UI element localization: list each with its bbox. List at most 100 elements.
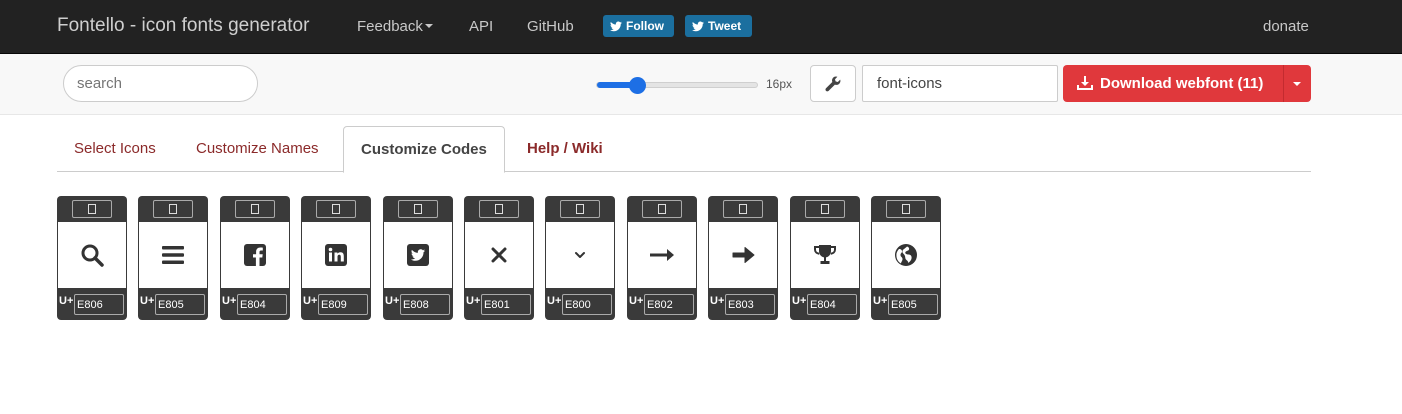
twitter-icon	[407, 244, 429, 266]
unicode-prefix: U+	[710, 295, 725, 307]
glyph-char-preview	[316, 200, 356, 218]
nav-donate-link[interactable]: donate	[1263, 18, 1309, 35]
glyph-char-preview	[723, 200, 763, 218]
search-input[interactable]	[63, 65, 258, 102]
glyph-code-input[interactable]	[400, 294, 450, 315]
glyph-char-preview	[805, 200, 845, 218]
unicode-prefix: U+	[140, 295, 155, 307]
glyph-preview	[58, 222, 126, 288]
glyph-code-input[interactable]	[237, 294, 287, 315]
follow-label: Follow	[626, 19, 664, 33]
glyph-code-input[interactable]	[74, 294, 124, 315]
download-label: Download webfont (11)	[1100, 75, 1264, 92]
glyph-preview	[628, 222, 696, 288]
glyph-char-preview	[642, 200, 682, 218]
glyph-char-preview	[398, 200, 438, 218]
globe-icon	[895, 244, 917, 266]
twitter-tweet-button[interactable]: Tweet	[685, 15, 752, 37]
glyph-card[interactable]: U+	[301, 196, 371, 320]
glyph-char-box-icon	[902, 204, 910, 214]
glyph-card[interactable]: U+	[57, 196, 127, 320]
glyph-char-preview	[479, 200, 519, 218]
glyph-char-preview	[72, 200, 112, 218]
unicode-prefix: U+	[792, 295, 807, 307]
glyph-card[interactable]: U+	[545, 196, 615, 320]
search-icon	[81, 244, 104, 267]
glyph-card[interactable]: U+	[627, 196, 697, 320]
glyph-char-box-icon	[414, 204, 422, 214]
settings-button[interactable]	[810, 65, 856, 102]
glyph-card[interactable]: U+	[138, 196, 208, 320]
tab-customize-codes[interactable]: Customize Codes	[343, 126, 505, 173]
facebook-icon	[244, 244, 266, 266]
glyph-preview	[872, 222, 940, 288]
glyph-code-input[interactable]	[725, 294, 775, 315]
menu-icon	[162, 246, 184, 264]
glyph-char-preview	[153, 200, 193, 218]
tab-select-icons[interactable]: Select Icons	[57, 126, 173, 172]
nav-feedback-dropdown[interactable]: Feedback	[357, 18, 433, 35]
glyph-char-preview	[560, 200, 600, 218]
glyph-char-box-icon	[88, 204, 96, 214]
wrench-icon	[825, 76, 841, 92]
glyph-preview	[709, 222, 777, 288]
download-icon	[1077, 76, 1093, 90]
glyph-preview	[302, 222, 370, 288]
twitter-bird-icon	[692, 21, 704, 32]
brand-title[interactable]: Fontello - icon fonts generator	[57, 15, 309, 37]
tab-bar: Select Icons Customize Names Customize C…	[57, 126, 1311, 173]
glyph-preview	[465, 222, 533, 288]
glyph-preview	[791, 222, 859, 288]
glyph-code-input[interactable]	[807, 294, 857, 315]
tweet-label: Tweet	[708, 19, 742, 33]
glyph-code-input[interactable]	[481, 294, 531, 315]
glyph-card[interactable]: U+	[708, 196, 778, 320]
glyph-card[interactable]: U+	[383, 196, 453, 320]
glyph-card[interactable]: U+	[871, 196, 941, 320]
glyph-preview	[546, 222, 614, 288]
glyph-char-box-icon	[251, 204, 259, 214]
top-navbar: Fontello - icon fonts generator Feedback…	[0, 0, 1402, 54]
glyph-preview	[139, 222, 207, 288]
glyph-code-input[interactable]	[644, 294, 694, 315]
glyph-char-box-icon	[495, 204, 503, 214]
chevron-down-icon	[575, 252, 585, 258]
glyph-char-box-icon	[332, 204, 340, 214]
glyph-char-preview	[886, 200, 926, 218]
unicode-prefix: U+	[629, 295, 644, 307]
tab-help-wiki[interactable]: Help / Wiki	[510, 126, 620, 172]
unicode-prefix: U+	[466, 295, 481, 307]
linkedin-icon	[325, 244, 347, 266]
nav-github-link[interactable]: GitHub	[527, 18, 574, 35]
font-name-input[interactable]	[862, 65, 1058, 102]
download-webfont-button[interactable]: Download webfont (11)	[1063, 65, 1283, 102]
glyph-code-input[interactable]	[562, 294, 612, 315]
glyph-char-preview	[235, 200, 275, 218]
download-options-toggle[interactable]	[1283, 65, 1311, 102]
glyph-card[interactable]: U+	[790, 196, 860, 320]
font-size-slider[interactable]	[596, 77, 758, 94]
nav-api-link[interactable]: API	[469, 18, 493, 35]
unicode-prefix: U+	[873, 295, 888, 307]
unicode-prefix: U+	[59, 295, 74, 307]
long-arrow-right-icon	[650, 249, 674, 261]
glyph-char-box-icon	[658, 204, 666, 214]
close-icon	[491, 247, 507, 263]
twitter-follow-button[interactable]: Follow	[603, 15, 674, 37]
glyph-card[interactable]: U+	[464, 196, 534, 320]
unicode-prefix: U+	[303, 295, 318, 307]
glyph-code-input[interactable]	[888, 294, 938, 315]
unicode-prefix: U+	[547, 295, 562, 307]
glyph-card[interactable]: U+	[220, 196, 290, 320]
caret-down-icon	[424, 24, 433, 29]
tab-customize-names[interactable]: Customize Names	[179, 126, 336, 172]
font-size-label: 16px	[766, 77, 793, 91]
twitter-bird-icon	[610, 21, 622, 32]
slider-thumb[interactable]	[629, 77, 646, 94]
caret-down-icon	[1293, 82, 1301, 86]
glyph-code-input[interactable]	[318, 294, 368, 315]
nav-feedback-label: Feedback	[357, 18, 423, 35]
glyph-char-box-icon	[169, 204, 177, 214]
glyph-code-input[interactable]	[155, 294, 205, 315]
trophy-icon	[814, 245, 836, 264]
